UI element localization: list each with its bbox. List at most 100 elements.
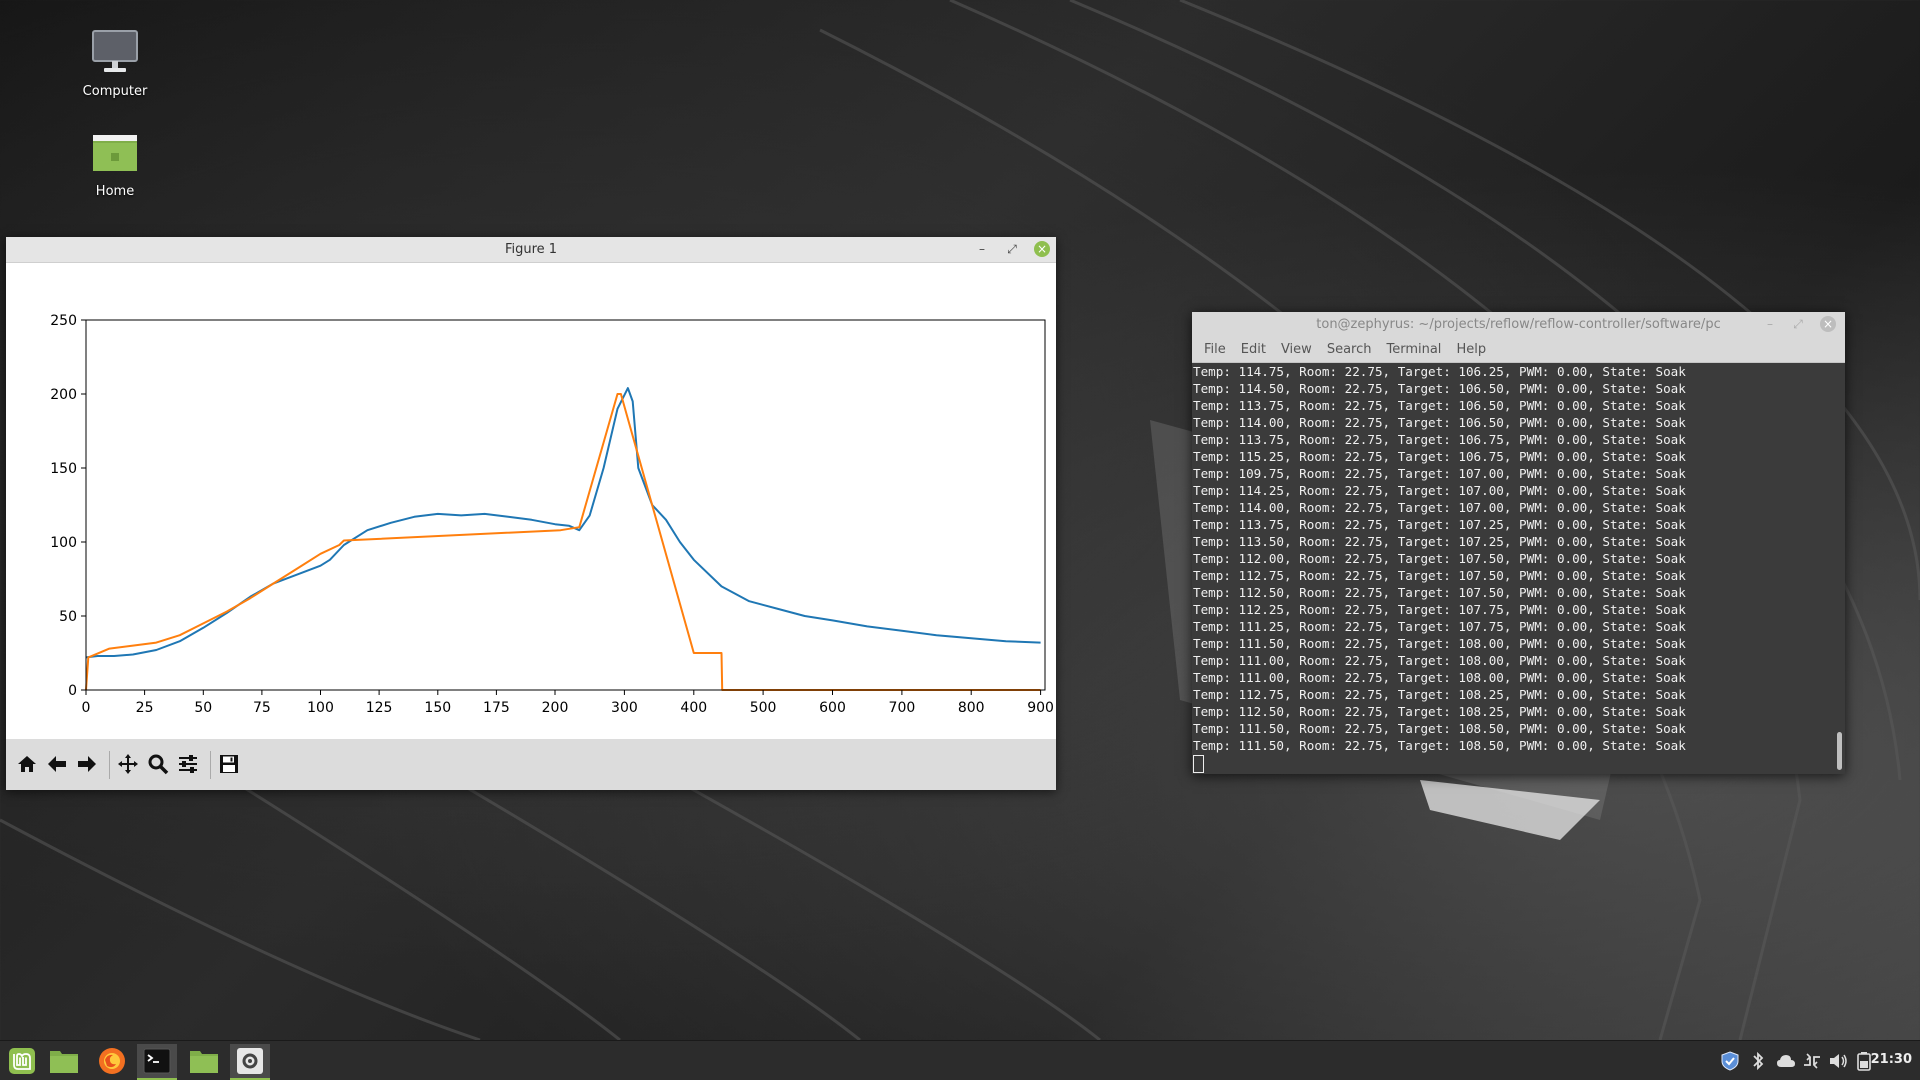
terminal-line: Temp: 112.75, Room: 22.75, Target: 108.2… bbox=[1193, 687, 1686, 702]
terminal-scrollbar[interactable] bbox=[1837, 732, 1842, 770]
terminal-line: Temp: 115.25, Room: 22.75, Target: 106.7… bbox=[1193, 449, 1686, 464]
terminal-line: Temp: 114.00, Room: 22.75, Target: 107.0… bbox=[1193, 500, 1686, 515]
menu-file[interactable]: File bbox=[1198, 338, 1235, 362]
shield-icon[interactable] bbox=[1720, 1051, 1740, 1071]
terminal-line: Temp: 112.75, Room: 22.75, Target: 107.5… bbox=[1193, 568, 1686, 583]
terminal-line: Temp: 113.75, Room: 22.75, Target: 107.2… bbox=[1193, 517, 1686, 532]
volume-icon[interactable] bbox=[1828, 1051, 1848, 1071]
maximize-button[interactable]: ⤢ bbox=[1790, 316, 1806, 332]
x-tick-label: 100 bbox=[307, 700, 334, 716]
home-icon[interactable] bbox=[14, 751, 40, 777]
x-tick-label: 175 bbox=[483, 700, 510, 716]
firefox-icon[interactable] bbox=[92, 1044, 132, 1078]
figure-titlebar[interactable]: Figure 1 – ⤢ × bbox=[6, 237, 1056, 263]
zoom-icon[interactable] bbox=[145, 751, 171, 777]
desktop-icon-label: Computer bbox=[82, 84, 148, 99]
network-icon[interactable] bbox=[1802, 1051, 1822, 1071]
configure-subplots-icon[interactable] bbox=[175, 751, 201, 777]
y-tick-label: 150 bbox=[50, 461, 77, 477]
monitor-icon bbox=[60, 26, 170, 78]
terminal-line: Temp: 111.25, Room: 22.75, Target: 107.7… bbox=[1193, 619, 1686, 634]
terminal-line: Temp: 112.50, Room: 22.75, Target: 108.2… bbox=[1193, 704, 1686, 719]
menu-view[interactable]: View bbox=[1275, 338, 1321, 362]
show-desktop-icon[interactable] bbox=[44, 1044, 84, 1078]
terminal-line: Temp: 111.00, Room: 22.75, Target: 108.0… bbox=[1193, 653, 1686, 668]
terminal-line: Temp: 111.50, Room: 22.75, Target: 108.0… bbox=[1193, 636, 1686, 651]
minimize-button[interactable]: – bbox=[1762, 316, 1778, 332]
y-tick-label: 50 bbox=[59, 609, 77, 625]
x-tick-label: 75 bbox=[253, 700, 271, 716]
terminal-line: Temp: 112.00, Room: 22.75, Target: 107.5… bbox=[1193, 551, 1686, 566]
terminal-line: Temp: 114.75, Room: 22.75, Target: 106.2… bbox=[1193, 364, 1686, 379]
minimize-button[interactable]: – bbox=[974, 241, 990, 257]
window-title: ton@zephyrus: ~/projects/reflow/reflow-c… bbox=[1316, 317, 1721, 332]
x-tick-label: 300 bbox=[611, 700, 638, 716]
terminal-line: Temp: 114.25, Room: 22.75, Target: 107.0… bbox=[1193, 483, 1686, 498]
y-tick-label: 250 bbox=[50, 313, 77, 329]
files-icon[interactable] bbox=[184, 1044, 224, 1078]
terminal-line: Temp: 109.75, Room: 22.75, Target: 107.0… bbox=[1193, 466, 1686, 481]
terminal-line: Temp: 113.75, Room: 22.75, Target: 106.7… bbox=[1193, 432, 1686, 447]
x-tick-label: 500 bbox=[750, 700, 777, 716]
pan-icon[interactable] bbox=[115, 751, 141, 777]
terminal-line: Temp: 111.50, Room: 22.75, Target: 108.5… bbox=[1193, 721, 1686, 736]
terminal-line: Temp: 112.25, Room: 22.75, Target: 107.7… bbox=[1193, 602, 1686, 617]
x-tick-label: 150 bbox=[424, 700, 451, 716]
x-tick-label: 600 bbox=[819, 700, 846, 716]
desktop-icon-home[interactable]: Home bbox=[60, 126, 170, 199]
y-tick-label: 0 bbox=[68, 683, 77, 699]
back-arrow-icon[interactable] bbox=[44, 751, 70, 777]
plot-canvas[interactable]: 0 50 100 150 200 250 0 25 50 75 100 125 150 175 200 300… bbox=[6, 263, 1056, 739]
series-line-1 bbox=[85, 387, 1041, 659]
forward-arrow-icon[interactable] bbox=[74, 751, 100, 777]
y-tick-label: 100 bbox=[50, 535, 77, 551]
x-tick-label: 700 bbox=[889, 700, 916, 716]
terminal-line: Temp: 114.00, Room: 22.75, Target: 106.5… bbox=[1193, 415, 1686, 430]
figure-app-icon[interactable] bbox=[230, 1044, 270, 1080]
x-tick-label: 800 bbox=[958, 700, 985, 716]
x-tick-label: 50 bbox=[194, 700, 212, 716]
terminal-window: ton@zephyrus: ~/projects/reflow/reflow-c… bbox=[1192, 312, 1845, 774]
x-tick-label: 200 bbox=[542, 700, 569, 716]
menu-help[interactable]: Help bbox=[1450, 338, 1495, 362]
taskbar: 21:30 bbox=[0, 1040, 1920, 1080]
terminal-line: Temp: 114.50, Room: 22.75, Target: 106.5… bbox=[1193, 381, 1686, 396]
cloud-icon[interactable] bbox=[1776, 1051, 1796, 1071]
x-tick-label: 900 bbox=[1027, 700, 1054, 716]
mint-menu-icon[interactable] bbox=[2, 1044, 42, 1078]
bluetooth-icon[interactable] bbox=[1748, 1051, 1768, 1071]
plot-toolbar bbox=[6, 739, 1056, 790]
toolbar-separator bbox=[109, 751, 110, 779]
x-tick-label: 400 bbox=[680, 700, 707, 716]
terminal-line: Temp: 111.00, Room: 22.75, Target: 108.0… bbox=[1193, 670, 1686, 685]
close-button[interactable]: × bbox=[1820, 316, 1836, 332]
window-title: Figure 1 bbox=[504, 242, 558, 257]
terminal-line: Temp: 113.50, Room: 22.75, Target: 107.2… bbox=[1193, 534, 1686, 549]
menu-search[interactable]: Search bbox=[1321, 338, 1381, 362]
x-tick-label: 125 bbox=[366, 700, 393, 716]
close-button[interactable]: × bbox=[1034, 241, 1050, 257]
menu-edit[interactable]: Edit bbox=[1235, 338, 1275, 362]
x-tick-label: 0 bbox=[82, 700, 91, 716]
toolbar-separator bbox=[210, 751, 211, 779]
desktop-icon-computer[interactable]: Computer bbox=[60, 26, 170, 99]
save-icon[interactable] bbox=[216, 751, 242, 777]
terminal-menubar: File Edit View Search Terminal Help bbox=[1192, 338, 1845, 363]
terminal-line: Temp: 112.50, Room: 22.75, Target: 107.5… bbox=[1193, 585, 1686, 600]
menu-terminal[interactable]: Terminal bbox=[1380, 338, 1450, 362]
y-tick-label: 200 bbox=[50, 387, 77, 403]
terminal-line: Temp: 111.50, Room: 22.75, Target: 108.5… bbox=[1193, 738, 1686, 753]
desktop-icon-label: Home bbox=[95, 184, 135, 199]
terminal-icon[interactable] bbox=[137, 1044, 177, 1080]
figure-window: Figure 1 – ⤢ × 0 50 100 150 200 250 0 25 50 75 100… bbox=[6, 237, 1056, 790]
axes-frame bbox=[85, 319, 1046, 691]
clock[interactable]: 21:30 bbox=[1871, 1052, 1912, 1067]
terminal-cursor bbox=[1193, 755, 1204, 773]
terminal-titlebar[interactable]: ton@zephyrus: ~/projects/reflow/reflow-c… bbox=[1192, 312, 1845, 338]
series-line-2 bbox=[85, 393, 1041, 691]
maximize-button[interactable]: ⤢ bbox=[1004, 241, 1020, 257]
terminal-line: Temp: 113.75, Room: 22.75, Target: 106.5… bbox=[1193, 398, 1686, 413]
x-tick-label: 25 bbox=[136, 700, 154, 716]
terminal-output[interactable]: Temp: 114.75, Room: 22.75, Target: 106.2… bbox=[1192, 363, 1833, 774]
folder-icon bbox=[60, 126, 170, 178]
